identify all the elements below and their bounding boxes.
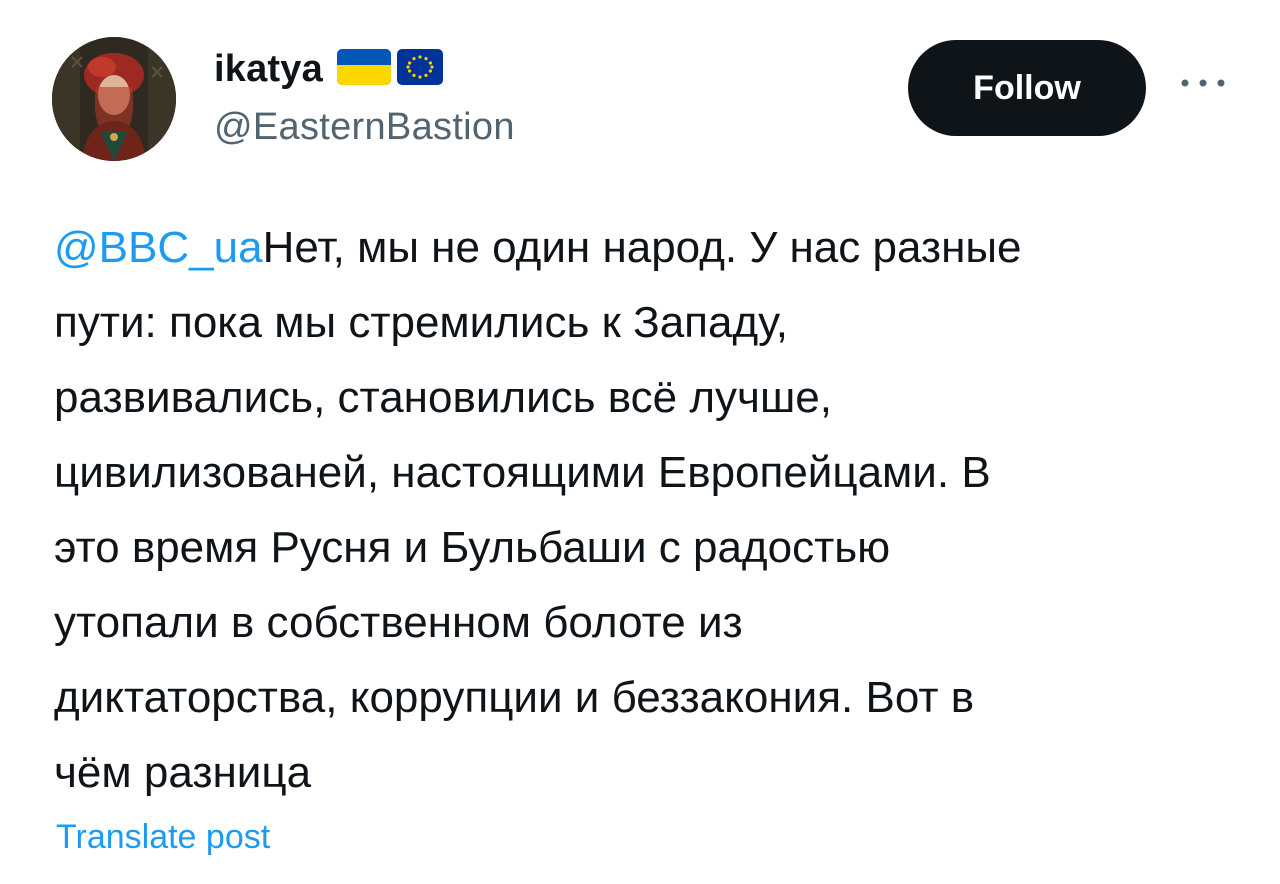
display-name[interactable]: ikatya [214,48,323,91]
tweet-line-text: Нет, мы не один народ. У нас разные [262,223,1022,272]
follow-button[interactable]: Follow [908,40,1146,136]
more-dots-icon [1181,79,1225,87]
tweet: ikatya @EasternBastion Follow @BBC_uaНет… [0,0,1280,884]
ukraine-flag-icon [336,48,391,90]
tweet-line-6: утопали в собственном болоте из [54,598,743,647]
avatar[interactable] [52,37,176,161]
translate-post-link[interactable]: Translate post [56,818,270,857]
user-handle[interactable]: @EasternBastion [214,106,515,149]
tweet-line-1: @BBC_uaНет, мы не один народ. У нас разн… [54,210,1204,285]
more-options-button[interactable] [1178,68,1228,98]
tweet-line-7: диктаторства, коррупции и беззакония. Во… [54,673,975,722]
avatar-portrait-icon [52,37,176,161]
tweet-line-2: пути: пока мы стремились к Западу, [54,298,788,347]
mention-link[interactable]: @BBC_ua [54,223,263,272]
tweet-line-3: развивались, становились всё лучше, [54,373,832,422]
display-name-row: ikatya [214,44,443,94]
tweet-text: @BBC_uaНет, мы не один народ. У нас разн… [54,210,1204,810]
eu-flag-icon [396,48,443,90]
tweet-line-8: чём разница [54,748,312,797]
tweet-line-5: это время Русня и Бульбаши с радостью [54,523,891,572]
tweet-line-4: цивилизованей, настоящими Европейцами. В [54,448,991,497]
